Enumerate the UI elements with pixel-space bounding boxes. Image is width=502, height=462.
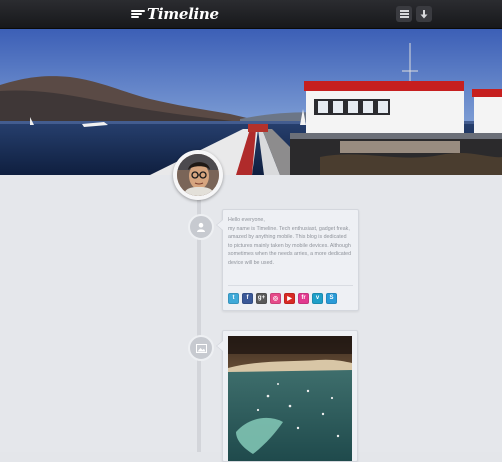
bio-greeting: Hello everyone, xyxy=(228,217,265,223)
app-logo[interactable]: Timeline xyxy=(131,5,219,23)
vimeo-icon[interactable]: v xyxy=(312,292,323,304)
profile-photo xyxy=(177,154,219,196)
dribbble-icon[interactable]: ◎ xyxy=(270,292,281,304)
aerial-coast-photo[interactable] xyxy=(228,336,352,461)
bio-text: Hello everyone, my name is Timeline. Tec… xyxy=(228,216,352,267)
user-icon xyxy=(197,222,205,232)
avatar[interactable] xyxy=(173,150,223,200)
image-icon xyxy=(195,343,207,353)
photo-post-card xyxy=(216,330,358,462)
skype-icon[interactable]: S xyxy=(326,292,337,304)
youtube-icon[interactable]: ▶ xyxy=(284,292,295,304)
logo-lines-icon xyxy=(131,9,145,19)
download-arrow-icon xyxy=(420,9,428,18)
social-links: t f g+ ◎ ▶ fr v S xyxy=(228,285,353,309)
menu-button[interactable] xyxy=(396,6,412,22)
bio-body: my name is Timeline. Tech enthusiast, ga… xyxy=(228,225,352,266)
download-button[interactable] xyxy=(416,6,432,22)
hamburger-menu-icon xyxy=(399,13,409,15)
facebook-icon[interactable]: f xyxy=(242,292,253,304)
timeline-node-photo xyxy=(188,335,214,361)
bio-post-card: Hello everyone, my name is Timeline. Tec… xyxy=(216,209,359,311)
google-plus-icon[interactable]: g+ xyxy=(256,292,267,304)
timeline-node-text xyxy=(188,214,214,240)
top-bar: Timeline xyxy=(0,0,502,29)
logo-text: Timeline xyxy=(147,5,219,23)
twitter-icon[interactable]: t xyxy=(228,292,239,304)
cover-photo xyxy=(0,29,502,175)
flickr-icon[interactable]: fr xyxy=(298,292,309,304)
